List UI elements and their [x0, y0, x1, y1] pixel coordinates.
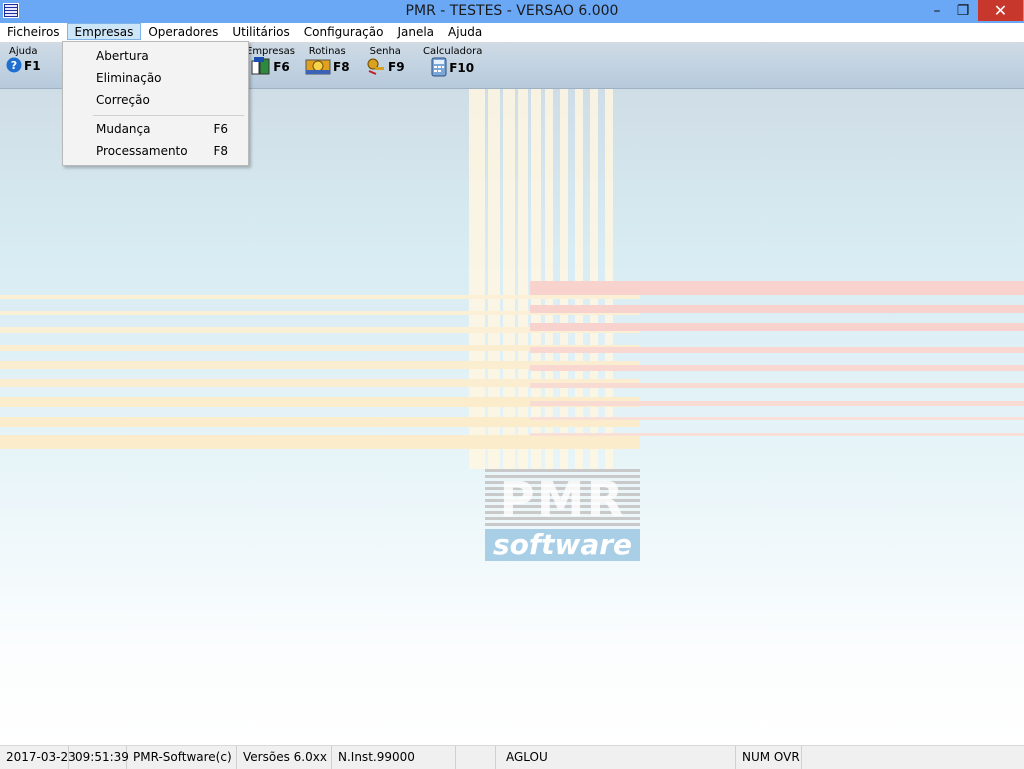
toolbar-rotinas-button[interactable]: Rotinas F8 — [305, 46, 350, 78]
menu-configuracao[interactable]: Configuração — [297, 23, 391, 40]
logo-pmr-text: PMR — [499, 472, 626, 528]
toolbar-senha-key: F9 — [388, 60, 405, 74]
routines-icon — [305, 57, 331, 78]
logo-vertical-stripes — [469, 89, 639, 469]
window-title: PMR - TESTES - VERSAO 6.000 — [405, 3, 619, 19]
toolbar-ajuda-key: F1 — [24, 59, 41, 73]
menu-ficheiros[interactable]: Ficheiros — [0, 23, 67, 40]
menu-empresas[interactable]: Empresas — [66, 23, 142, 40]
menu-ajuda[interactable]: Ajuda — [441, 23, 489, 40]
menu-bar: Ficheiros Empresas Operadores Utilitário… — [0, 23, 1024, 43]
svg-text:?: ? — [11, 59, 17, 72]
toolbar-calculadora-key: F10 — [449, 61, 475, 75]
toolbar-ajuda-button[interactable]: Ajuda ? F1 — [6, 46, 41, 76]
status-user: AGLOU — [496, 746, 736, 769]
toolbar-senha-button[interactable]: Senha F9 — [366, 46, 405, 78]
toolbar-calculadora-label: Calculadora — [423, 46, 483, 57]
toolbar-empresas-label: Empresas — [246, 46, 295, 57]
close-button[interactable]: ✕ — [978, 0, 1023, 21]
menu-option-eliminacao[interactable]: Eliminação — [96, 71, 162, 85]
calculator-icon — [431, 57, 447, 80]
status-bar: 2017-03-23 09:51:39 PMR-Software(c) Vers… — [0, 745, 1024, 769]
status-time: 09:51:39 — [69, 746, 129, 769]
menu-janela[interactable]: Janela — [390, 23, 441, 40]
minimize-button[interactable]: – — [924, 0, 950, 21]
menu-option-processamento[interactable]: Processamento — [96, 144, 188, 158]
toolbar-calculadora-button[interactable]: Calculadora F10 — [423, 46, 482, 80]
toolbar-rotinas-label: Rotinas — [308, 46, 346, 57]
menu-utilitarios[interactable]: Utilitários — [225, 23, 296, 40]
toolbar-empresas-key: F6 — [273, 60, 290, 74]
status-keys: NUM OVR — [736, 746, 802, 769]
menu-separator — [93, 115, 244, 116]
status-copyright: PMR-Software(c) — [127, 746, 237, 769]
status-versions: Versões 6.0xx — [237, 746, 332, 769]
toolbar-empresas-button[interactable]: Empresas F6 — [246, 46, 295, 78]
toolbar-ajuda-label: Ajuda — [9, 46, 38, 57]
menu-option-mudanca[interactable]: Mudança — [96, 122, 151, 136]
empresas-dropdown-menu: Abertura Eliminação Correção Mudança F6 … — [62, 41, 249, 166]
logo-software-text: software — [485, 529, 640, 561]
status-blank — [456, 746, 496, 769]
menu-option-correcao[interactable]: Correção — [96, 93, 150, 107]
title-bar[interactable]: PMR - TESTES - VERSAO 6.000 – ❐ ✕ — [0, 0, 1024, 23]
menu-shortcut-processamento: F8 — [213, 144, 228, 158]
companies-icon — [251, 57, 271, 78]
password-icon — [366, 57, 386, 78]
restore-button[interactable]: ❐ — [950, 0, 976, 21]
toolbar-senha-label: Senha — [369, 46, 401, 57]
help-icon: ? — [6, 57, 22, 76]
mdi-workspace[interactable]: PMR software — [0, 89, 1024, 745]
menu-shortcut-mudanca: F6 — [213, 122, 228, 136]
status-installation: N.Inst.99000 — [332, 746, 456, 769]
status-date: 2017-03-23 — [0, 746, 76, 769]
toolbar-rotinas-key: F8 — [333, 60, 350, 74]
menu-operadores[interactable]: Operadores — [141, 23, 225, 40]
menu-option-abertura[interactable]: Abertura — [96, 49, 149, 63]
